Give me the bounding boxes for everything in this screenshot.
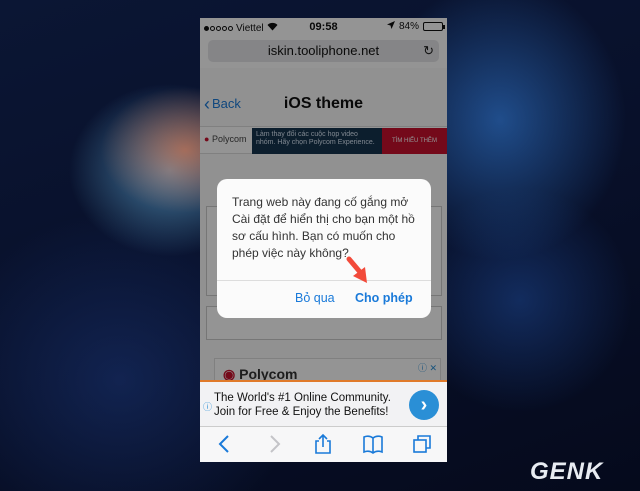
ad-info-icon[interactable]: ⓘ (203, 400, 212, 413)
phone-screen: Viettel 09:58 84% iskin.tooliphone.net ↻… (200, 18, 447, 462)
tabs-button[interactable] (407, 430, 437, 460)
chevron-left-icon (218, 435, 229, 454)
tabs-icon (413, 435, 432, 454)
watermark-logo: GENK (530, 458, 604, 485)
share-icon (315, 434, 332, 455)
footer-ad[interactable]: ⓘ The World's #1 Online Community. Join … (200, 380, 447, 426)
chevron-right-icon[interactable]: › (409, 390, 439, 420)
allow-button[interactable]: Cho phép (355, 291, 413, 305)
dialog-message: Trang web này đang cố gắng mở Cài đặt để… (232, 195, 415, 260)
back-button[interactable] (210, 430, 240, 460)
permission-dialog: Trang web này đang cố gắng mở Cài đặt để… (217, 179, 431, 318)
footer-ad-text: The World's #1 Online Community. Join fo… (214, 392, 391, 418)
bookmarks-button[interactable] (358, 430, 388, 460)
safari-toolbar (200, 426, 447, 462)
forward-button[interactable] (259, 430, 289, 460)
share-button[interactable] (308, 430, 338, 460)
dialog-divider (217, 280, 431, 281)
cancel-button[interactable]: Bỏ qua (295, 291, 335, 305)
chevron-right-icon (270, 435, 281, 454)
book-icon (363, 435, 383, 455)
arrow-icon (346, 256, 367, 283)
